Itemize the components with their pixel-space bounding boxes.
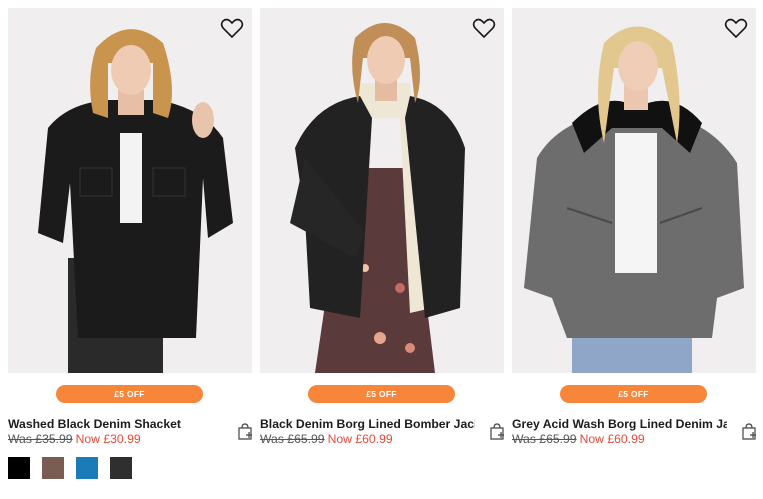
price-row: Was £65.99 Now £60.99 — [512, 432, 645, 446]
swatch-blue[interactable] — [76, 457, 98, 479]
product-image[interactable] — [260, 8, 504, 373]
bag-plus-icon[interactable] — [488, 422, 506, 440]
was-price: Was £65.99 — [512, 432, 577, 446]
heart-icon[interactable] — [220, 16, 244, 40]
price-row: Was £65.99 Now £60.99 — [260, 432, 393, 446]
now-price: Now £60.99 — [579, 432, 645, 446]
product-card[interactable]: £5 OFF Washed Black Denim Shacket Was £3… — [8, 8, 252, 479]
promo-badge[interactable]: £5 OFF — [560, 385, 707, 403]
color-swatches — [8, 457, 132, 479]
product-image[interactable] — [8, 8, 252, 373]
swatch-black[interactable] — [8, 457, 30, 479]
price-row: Was £35.99 Now £30.99 — [8, 432, 141, 446]
product-image[interactable] — [512, 8, 756, 373]
product-title[interactable]: Black Denim Borg Lined Bomber Jacket — [260, 417, 475, 431]
now-price: Now £30.99 — [75, 432, 141, 446]
product-card[interactable]: £5 OFF Black Denim Borg Lined Bomber Jac… — [260, 8, 504, 446]
product-photo-illustration — [38, 29, 233, 373]
swatch-brown[interactable] — [42, 457, 64, 479]
product-title[interactable]: Grey Acid Wash Borg Lined Denim Jacket — [512, 417, 727, 431]
heart-icon[interactable] — [724, 16, 748, 40]
product-title[interactable]: Washed Black Denim Shacket — [8, 417, 223, 431]
heart-icon[interactable] — [472, 16, 496, 40]
product-card[interactable]: £5 OFF Grey Acid Wash Borg Lined Denim J… — [512, 8, 756, 446]
now-price: Now £60.99 — [327, 432, 393, 446]
swatch-charcoal[interactable] — [110, 457, 132, 479]
product-photo-illustration — [524, 26, 744, 373]
bag-plus-icon[interactable] — [740, 422, 758, 440]
was-price: Was £35.99 — [8, 432, 73, 446]
bag-plus-icon[interactable] — [236, 422, 254, 440]
promo-badge[interactable]: £5 OFF — [308, 385, 455, 403]
promo-badge[interactable]: £5 OFF — [56, 385, 203, 403]
was-price: Was £65.99 — [260, 432, 325, 446]
product-photo-illustration — [290, 23, 465, 373]
